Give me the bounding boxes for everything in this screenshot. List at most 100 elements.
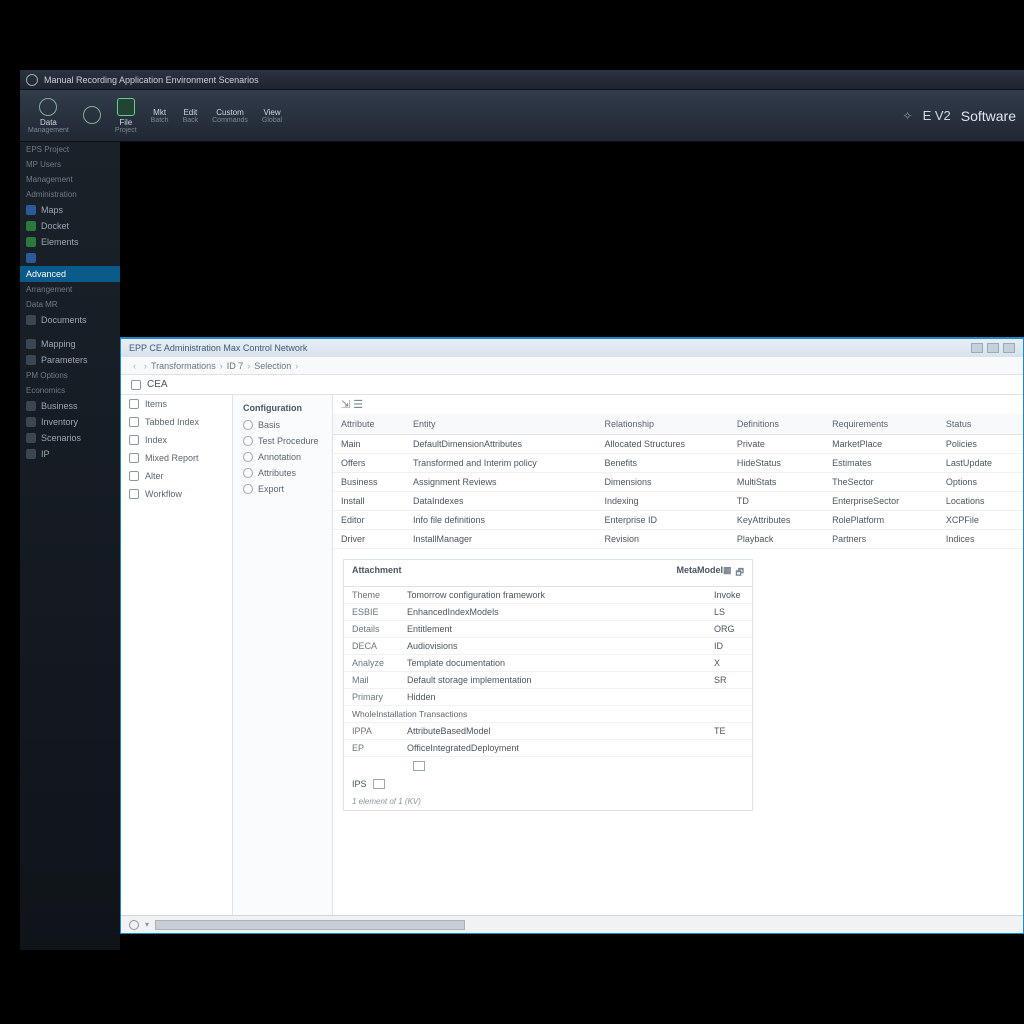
column-header[interactable]: Relationship [597, 414, 729, 435]
cell: Install [333, 492, 405, 511]
folder-icon [26, 339, 36, 349]
cell: Indexing [597, 492, 729, 511]
sidebar-item-ip[interactable]: IP [20, 446, 120, 462]
toolbar-item-view[interactable]: View Global [262, 108, 282, 124]
gear-icon[interactable]: ✧ [903, 109, 913, 123]
detail-caption: 1 element of 1 (KV) [344, 793, 752, 810]
sidebar-item-docket[interactable]: Docket [20, 218, 120, 234]
sidebar-item-inventory[interactable]: Inventory [20, 414, 120, 430]
table-row[interactable]: MainDefaultDimensionAttributesAllocated … [333, 435, 1023, 454]
link-icon[interactable]: 🗗 [736, 565, 744, 581]
toolbar-item-file[interactable]: File Project [115, 98, 137, 134]
sidebar-item-scenarios[interactable]: Scenarios [20, 430, 120, 446]
column-header[interactable]: Status [938, 414, 1023, 435]
checkbox[interactable] [413, 761, 425, 771]
table-row[interactable]: InstallDataIndexesIndexingTDEnterpriseSe… [333, 492, 1023, 511]
window-title: Manual Recording Application Environment… [44, 75, 259, 85]
cell: TD [729, 492, 824, 511]
table-row[interactable]: BusinessAssignment ReviewsDimensionsMult… [333, 473, 1023, 492]
detail-key: IPPA [352, 726, 407, 736]
breadcrumb-item[interactable]: ID 7 [227, 361, 244, 371]
cell: HideStatus [729, 454, 824, 473]
export-icon [243, 484, 253, 494]
sidebar-item-elements[interactable]: Elements [20, 234, 120, 250]
sidebar-item-parameters[interactable]: Parameters [20, 352, 120, 368]
filter-icon[interactable]: ⇲ [341, 399, 350, 411]
detail-key: Mail [352, 675, 407, 685]
sidebar-item-economics[interactable]: Economics [20, 383, 120, 398]
sidebar-item-mapping[interactable]: Mapping [20, 336, 120, 352]
toolbar-item-blank[interactable] [83, 106, 101, 126]
detail-code: ID [714, 641, 744, 651]
nav-item-items[interactable]: Items [121, 395, 232, 413]
action-attributes[interactable]: Attributes [233, 465, 332, 481]
cell: KeyAttributes [729, 511, 824, 530]
table-row[interactable]: DriverInstallManagerRevisionPlaybackPart… [333, 530, 1023, 549]
action-basis[interactable]: Basis [233, 417, 332, 433]
pin-icon[interactable] [131, 380, 141, 390]
sidebar-group[interactable]: Data MR [20, 297, 120, 312]
sidebar-item-advanced[interactable]: Advanced [20, 266, 120, 282]
breadcrumb-item[interactable]: Transformations [151, 361, 216, 371]
checkbox[interactable] [373, 779, 385, 789]
sidebar-item-options[interactable]: PM Options [20, 368, 120, 383]
sidebar-item-documents[interactable]: Documents [20, 312, 120, 328]
sidebar-item-misc[interactable] [20, 250, 120, 266]
expand-icon[interactable]: ☰ [353, 399, 363, 411]
nav-item-alter[interactable]: Alter [121, 467, 232, 485]
nav-item-workflow[interactable]: Workflow [121, 485, 232, 503]
cell: Private [729, 435, 824, 454]
cell: Playback [729, 530, 824, 549]
toolbar-item-mkt[interactable]: Mkt Batch [151, 108, 169, 124]
action-export[interactable]: Export [233, 481, 332, 497]
sidebar-item-business[interactable]: Business [20, 398, 120, 414]
close-button[interactable] [1003, 343, 1015, 353]
action-annotation[interactable]: Annotation [233, 449, 332, 465]
table-row[interactable]: OffersTransformed and Interim policyBene… [333, 454, 1023, 473]
detail-value: Entitlement [407, 624, 714, 634]
detail-tools: ▦ 🗗 [723, 565, 744, 581]
detail-key: Primary [352, 692, 407, 702]
grid-icon[interactable]: ▦ [723, 565, 732, 581]
map-icon [26, 205, 36, 215]
breadcrumb-item[interactable]: Selection [254, 361, 291, 371]
child-body: Items Tabbed Index Index Mixed Report Al… [121, 395, 1023, 933]
cell: Driver [333, 530, 405, 549]
detail-key: EP [352, 743, 407, 753]
cell: Revision [597, 530, 729, 549]
child-window-title: EPP CE Administration Max Control Networ… [129, 343, 307, 353]
chevron-left-icon[interactable]: ‹ [133, 361, 136, 371]
detail-row: ThemeTomorrow configuration frameworkInv… [344, 587, 752, 604]
maximize-button[interactable] [987, 343, 999, 353]
minimize-button[interactable] [971, 343, 983, 353]
table-row[interactable]: EditorInfo file definitionsEnterprise ID… [333, 511, 1023, 530]
column-header[interactable]: Entity [405, 414, 597, 435]
detail-row: ESBIEEnhancedIndexModelsLS [344, 604, 752, 621]
cell: Assignment Reviews [405, 473, 597, 492]
column-header[interactable]: Definitions [729, 414, 824, 435]
nav-item-index[interactable]: Index [121, 431, 232, 449]
sidebar-section: Administration [20, 187, 120, 202]
detail-code: X [714, 658, 744, 668]
nav-item-report[interactable]: Mixed Report [121, 449, 232, 467]
toolbar-item-edit[interactable]: Edit Back [183, 108, 199, 124]
sidebar-group[interactable]: Arrangement [20, 282, 120, 297]
main-toolbar: Data Management File Project Mkt Batch E… [20, 90, 1024, 142]
window-controls [971, 343, 1015, 353]
toolbar-item-data[interactable]: Data Management [28, 98, 69, 134]
action-column: Configuration Basis Test Procedure Annot… [233, 395, 333, 933]
detail-code: LS [714, 607, 744, 617]
child-window: EPP CE Administration Max Control Networ… [120, 337, 1024, 934]
nav-item-tabbed[interactable]: Tabbed Index [121, 413, 232, 431]
data-grid: AttributeEntityRelationshipDefinitionsRe… [333, 414, 1023, 549]
toolbar-item-custom[interactable]: Custom Commands [212, 108, 248, 124]
folder-icon [26, 401, 36, 411]
action-test[interactable]: Test Procedure [233, 433, 332, 449]
sidebar-item-maps[interactable]: Maps [20, 202, 120, 218]
column-header[interactable]: Requirements [824, 414, 938, 435]
chevron-right-icon[interactable]: › [144, 361, 147, 371]
column-header[interactable]: Attribute [333, 414, 405, 435]
cell: XCPFile [938, 511, 1023, 530]
chevron-right-icon: › [247, 361, 250, 371]
cell: Indices [938, 530, 1023, 549]
